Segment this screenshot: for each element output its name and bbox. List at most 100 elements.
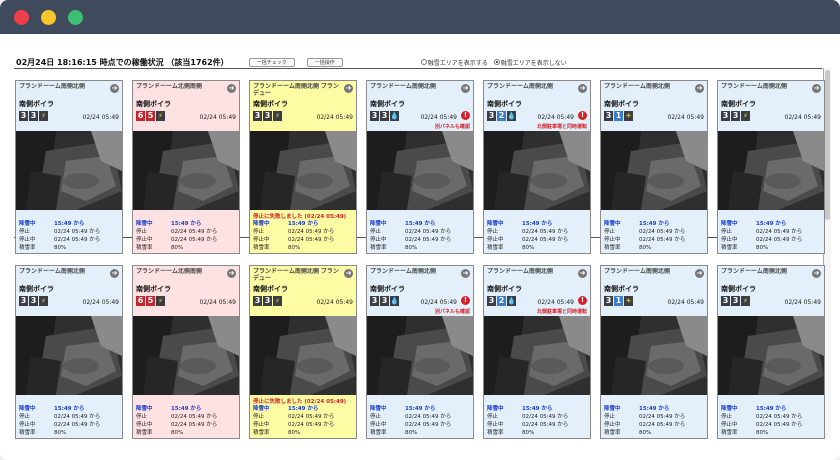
info-row: 停止 02/24 05:49 から [253,413,355,421]
header-separator [14,68,822,69]
radio-show-area[interactable]: 融雪エリアを表示する [420,58,488,67]
device-card[interactable]: プランドーーム南側北側 ➜ 南側ボイラ 3 3 ⚡ 02/24 05:49 降雪中 1… [15,80,123,254]
arrow-right-icon[interactable]: ➜ [227,269,236,278]
info-key: 降雪中 [487,221,504,227]
device-card[interactable]: プランドーーム北側南側 ➜ 南側ボイラ 6 5 ⚡ 02/24 05:49 降雪中 1… [132,80,240,254]
device-card[interactable]: プランドーーム北側南側 ➜ 南側ボイラ 6 5 ⚡ 02/24 05:49 降雪中 1… [132,265,240,439]
device-card[interactable]: プランドーーム南側北側 ➜ 南側ボイラ 3 3 ⚡ 02/24 05:49 降雪中 1… [717,265,825,439]
arrow-right-icon[interactable]: ➜ [812,269,821,278]
level-badge: 3 [370,111,379,121]
camera-photo[interactable] [133,131,239,210]
info-value: 02/24 05:49 から [522,237,569,243]
level-badge: 1 [614,111,623,121]
status-title: 02月24日 18:16:15 時点での稼働状況 （該当1762件） [16,57,229,67]
camera-photo[interactable] [16,316,122,395]
device-sub-name: 南側ボイラ [487,100,522,108]
camera-photo[interactable] [718,131,824,210]
info-key: 停止 [136,229,148,235]
camera-photo[interactable] [718,316,824,395]
camera-photo[interactable] [16,131,122,210]
arrow-right-icon[interactable]: ➜ [344,269,353,278]
level-badge: 3 [380,296,389,306]
camera-photo[interactable] [133,316,239,395]
minimize-window-button[interactable] [41,9,56,25]
device-name: プランドーーム南側北側 ブランデュー [253,268,339,282]
device-info: 降雪中 15:49 から 停止 02/24 05:49 から 停止中 02/24 05:4… [604,405,706,437]
arrow-right-icon[interactable]: ➜ [812,84,821,93]
device-info: 降雪中 15:49 から 停止 02/24 05:49 から 停止中 02/24 05:4… [136,220,238,252]
info-key: 停止 [487,414,499,420]
info-key: 降雪中 [253,221,270,227]
info-key: 停止 [721,229,733,235]
info-row: 停止中 02/24 05:49 から [19,421,121,429]
info-value: 15:49 から [405,221,436,227]
camera-photo[interactable] [601,131,707,210]
arrow-right-icon[interactable]: ➜ [344,84,353,93]
info-row: 積雪率 80% [253,429,355,437]
arrow-right-icon[interactable]: ➜ [695,269,704,278]
device-card[interactable]: プランドーーム南側北側 ブランデュー ➜ 南側ボイラ 3 3 ⚡ 02/24 05:… [249,80,357,254]
level-badge: 3 [263,111,272,121]
info-value: 02/24 05:49 から [405,229,452,235]
radio-hide-circle[interactable] [493,59,500,65]
info-key: 停止中 [370,237,387,243]
info-key: 降雪中 [604,406,621,412]
device-card[interactable]: プランドーーム南側北側 ➜ 南側ボイラ 3 3 ⚡ 02/24 05:49 降雪中 1… [15,265,123,439]
device-card[interactable]: プランドーーム南側北側 ➜ 南側ボイラ 3 2 💧 02/24 05:49 降雪中 1… [483,265,591,439]
alert-icon: ! [461,111,470,120]
info-row: 降雪中 15:49 から [721,220,823,228]
device-sub-name: 南側ボイラ [19,100,54,108]
info-row: 停止 02/24 05:49 から [487,413,589,421]
arrow-right-icon[interactable]: ➜ [578,84,587,93]
arrow-right-icon[interactable]: ➜ [578,269,587,278]
device-card[interactable]: プランドーーム南側北側 ➜ 南側ボイラ 3 2 💧 02/24 05:49 降雪中 1… [483,80,591,254]
arrow-right-icon[interactable]: ➜ [461,269,470,278]
device-sub-name: 南側ボイラ [370,100,405,108]
arrow-right-icon[interactable]: ➜ [227,84,236,93]
device-card[interactable]: プランドーーム南側北側 ➜ 南側ボイラ 3 3 💧 02/24 05:49 降雪中 1… [366,265,474,439]
info-row: 積雪率 80% [19,429,121,437]
camera-photo[interactable] [250,316,356,395]
info-row: 停止中 02/24 05:49 から [136,236,238,244]
device-name: プランドーーム南側北側 [370,83,436,90]
arrow-right-icon[interactable]: ➜ [461,84,470,93]
info-value: 02/24 05:49 から [405,414,452,420]
camera-photo[interactable] [367,316,473,395]
info-value: 15:49 から [171,221,202,227]
info-value: 02/24 05:49 から [639,422,686,428]
radio-hide-area[interactable]: 融雪エリアを表示しない [493,58,567,67]
device-name: プランドーーム南側北側 [19,83,85,90]
scroll-thumb[interactable] [825,70,830,220]
bulk-operation-button[interactable]: 一括操作 [306,57,343,67]
info-row: 積雪率 80% [253,244,355,252]
camera-photo[interactable] [601,316,707,395]
device-card[interactable]: プランドーーム南側北側 ➜ 南側ボイラ 3 3 💧 02/24 05:49 降雪中 1… [366,80,474,254]
arrow-right-icon[interactable]: ➜ [110,269,119,278]
arrow-right-icon[interactable]: ➜ [695,84,704,93]
level-badge: 3 [487,111,496,121]
info-value: 02/24 05:49 から [522,414,569,420]
device-name: プランドーーム南側北側 [721,268,787,275]
device-card[interactable]: プランドーーム南側北側 ➜ 南側ボイラ 3 1 ☀ 02/24 05:49 降雪中 1… [600,80,708,254]
info-key: 停止中 [487,422,504,428]
close-window-button[interactable] [14,9,29,25]
info-key: 降雪中 [721,406,738,412]
info-row: 停止 02/24 05:49 から [19,228,121,236]
info-row: 停止 02/24 05:49 から [253,228,355,236]
arrow-right-icon[interactable]: ➜ [110,84,119,93]
radio-show-circle[interactable] [420,59,427,65]
info-row: 降雪中 15:49 から [253,220,355,228]
camera-photo[interactable] [484,131,590,210]
bulk-check-button[interactable]: 一括チェック [248,57,295,67]
maximize-window-button[interactable] [68,9,83,25]
info-key: 降雪中 [604,221,621,227]
alert-icon: ! [578,111,587,120]
camera-photo[interactable] [367,131,473,210]
device-card[interactable]: プランドーーム南側北側 ➜ 南側ボイラ 3 3 ⚡ 02/24 05:49 降雪中 1… [717,80,825,254]
device-info: 降雪中 15:49 から 停止 02/24 05:49 から 停止中 02/24 05:4… [253,405,355,437]
device-card[interactable]: プランドーーム南側北側 ブランデュー ➜ 南側ボイラ 3 3 ⚡ 02/24 05:… [249,265,357,439]
device-card[interactable]: プランドーーム南側北側 ➜ 南側ボイラ 3 1 ☀ 02/24 05:49 降雪中 1… [600,265,708,439]
camera-photo[interactable] [250,131,356,210]
status-badges: 3 3 ⚡ [19,296,48,306]
camera-photo[interactable] [484,316,590,395]
